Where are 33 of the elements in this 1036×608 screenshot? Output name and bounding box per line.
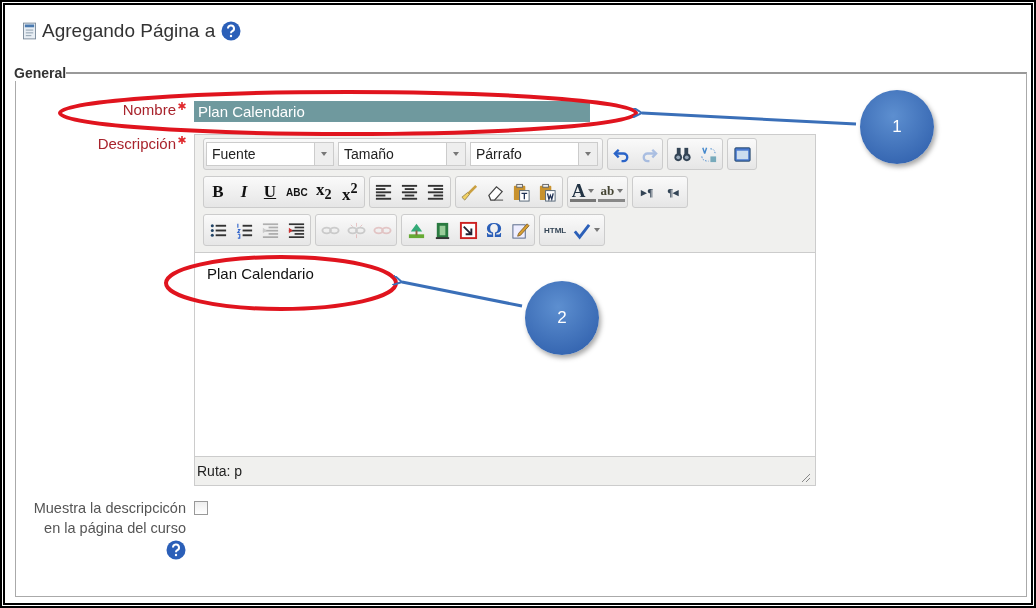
callout-badge: 1: [860, 90, 934, 164]
format-button[interactable]: U: [258, 180, 282, 204]
format-button[interactable]: ABC: [284, 180, 310, 204]
page-title: Agregando Página a: [42, 20, 216, 42]
dropdown-select[interactable]: Tamaño: [338, 142, 466, 166]
format-button[interactable]: x$_{2}$: [311, 180, 336, 204]
format-button[interactable]: x$^{2}$: [337, 180, 362, 204]
format-button[interactable]: A: [569, 182, 597, 202]
field-label: Descripción: [97, 134, 176, 154]
dropdown-caret-icon: [453, 152, 459, 156]
field-label: Nombre: [122, 100, 176, 120]
format-button[interactable]: ¶◂: [661, 180, 686, 204]
checkbox[interactable]: [194, 501, 208, 515]
format-button[interactable]: B: [206, 180, 230, 204]
help-icon[interactable]: [166, 540, 186, 560]
dropdown-caret-icon: [321, 152, 327, 156]
dropdown-select[interactable]: Párrafo: [470, 142, 598, 166]
editor-text: Plan Calendario: [207, 265, 315, 282]
format-button[interactable]: I: [232, 180, 256, 204]
help-icon[interactable]: [221, 21, 242, 41]
dropdown-caret-icon: [585, 152, 591, 156]
dropdown-caret-icon: [594, 228, 601, 232]
checkbox-label: Muestra la descripcicón en la página del curso: [32, 499, 186, 538]
element-path: Ruta: p: [197, 463, 243, 479]
format-button[interactable]: ab: [598, 182, 626, 202]
dropdown-caret-icon: [588, 188, 595, 193]
fieldset-legend: General: [14, 65, 67, 81]
dropdown-caret-icon: [617, 188, 624, 193]
dropdown-select[interactable]: Fuente: [206, 142, 334, 166]
resize-grip-icon[interactable]: [801, 473, 811, 483]
format-button[interactable]: Ω: [482, 218, 506, 242]
page-icon: [23, 22, 36, 40]
format-button[interactable]: ▸¶: [635, 180, 660, 204]
